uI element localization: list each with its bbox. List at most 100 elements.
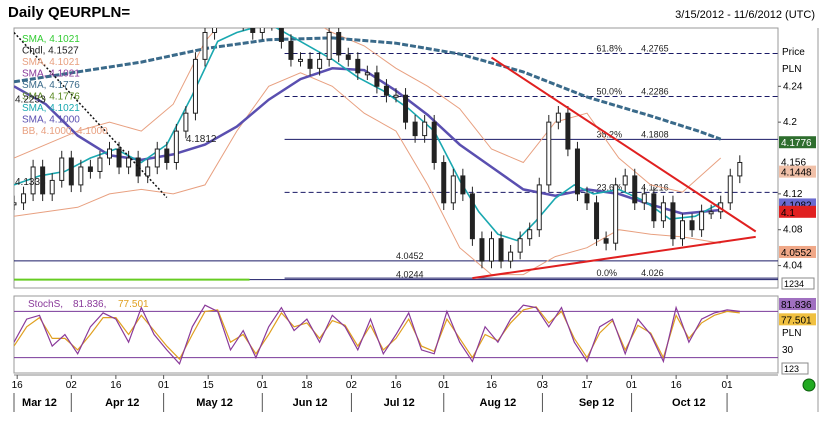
x-tick-label: 01 — [158, 380, 170, 391]
price-bar — [632, 175, 638, 204]
price-bar — [97, 157, 103, 172]
price-bar — [641, 193, 647, 204]
month-label: Mar 12 — [22, 397, 57, 409]
price-bar — [441, 161, 447, 204]
price-bar — [699, 211, 705, 231]
price-bar — [345, 54, 351, 60]
legend-extra-value: 4.1333 — [15, 177, 46, 188]
price-bar — [326, 31, 332, 60]
stoch-time-code: 123 — [784, 364, 799, 374]
price-bar — [469, 193, 475, 240]
price-bar — [14, 202, 17, 206]
bollinger-lower-line — [14, 72, 721, 276]
price-bar — [116, 148, 122, 168]
price-bar — [49, 179, 55, 195]
price-tick-label: 4.12 — [783, 189, 803, 200]
price-bar — [708, 211, 714, 215]
month-label: Oct 12 — [672, 397, 706, 409]
legend-entry: SMA, 4.1776 — [22, 80, 80, 91]
price-bar — [87, 166, 93, 172]
price-bar — [689, 220, 695, 231]
price-bar — [336, 31, 342, 56]
price-bar — [393, 94, 399, 98]
support-value: 4.0452 — [396, 251, 424, 261]
fib-value: 4.1808 — [641, 129, 669, 139]
price-bar — [622, 175, 628, 186]
price-bar — [546, 121, 552, 186]
price-tick-label: 4.24 — [783, 81, 803, 92]
price-bar — [374, 72, 380, 87]
price-bar — [565, 112, 571, 150]
price-bar — [135, 157, 141, 177]
price-bar — [68, 157, 74, 186]
price-bar — [59, 157, 65, 181]
x-tick-label: 16 — [390, 380, 402, 391]
x-tick-label: 16 — [671, 380, 683, 391]
x-tick-label: 16 — [12, 380, 24, 391]
price-bar — [364, 72, 370, 76]
time-code: 1234 — [784, 279, 804, 289]
legend-entry: SMA, 4.1021 — [22, 57, 80, 68]
month-label: Sep 12 — [579, 397, 614, 409]
price-bar — [613, 184, 619, 244]
price-axis-label: Price — [782, 47, 805, 58]
month-label: Aug 12 — [480, 397, 517, 409]
price-bar — [574, 148, 580, 195]
legend-entry: SMA, 4.1021 — [22, 34, 80, 45]
price-value-tag-text: 4.0552 — [781, 248, 812, 259]
fib-label: 61.8% — [597, 44, 623, 54]
price-bar — [126, 157, 132, 168]
fib-value: 4.1216 — [641, 182, 669, 192]
price-bar — [355, 58, 361, 74]
stoch-legend-entry: 81.836, — [73, 299, 106, 310]
price-bar — [660, 202, 666, 222]
x-tick-label: 02 — [66, 380, 78, 391]
price-bar — [412, 121, 418, 137]
legend-extra-value: 4.2253 — [15, 94, 46, 105]
price-bar — [21, 193, 27, 204]
x-tick-label: 02 — [346, 380, 358, 391]
price-bar — [298, 58, 303, 62]
price-bar — [192, 58, 198, 114]
price-bar — [479, 238, 485, 262]
stoch-legend-entry: 77.501 — [118, 299, 149, 310]
month-label: Jul 12 — [384, 397, 415, 409]
price-bar — [489, 238, 494, 262]
price-axis-unit: PLN — [782, 64, 801, 75]
price-bar — [651, 193, 657, 222]
price-bar — [288, 40, 294, 60]
price-bar — [727, 175, 733, 204]
price-bar — [498, 238, 504, 262]
stoch-legend-entry: StochS, — [28, 299, 63, 310]
price-value-tag-text: 4.1776 — [781, 138, 812, 149]
price-bar — [670, 202, 676, 240]
stoch-tick-label: 30 — [782, 345, 794, 356]
trend-line — [490, 56, 757, 233]
x-tick-label: 17 — [581, 380, 593, 391]
fib-value: 4.026 — [641, 268, 664, 278]
price-bar — [383, 85, 389, 96]
price-bar — [403, 94, 409, 123]
support-value: 4.0244 — [396, 270, 424, 280]
month-label: Jun 12 — [293, 397, 328, 409]
chart-window: Daily QEURPLN= 3/15/2012 - 11/6/2012 (UT… — [0, 0, 823, 430]
price-bar — [555, 112, 561, 123]
price-bar — [584, 193, 590, 204]
price-bar — [460, 175, 466, 195]
price-bar — [594, 202, 600, 240]
price-tick-label: 4.2 — [783, 117, 797, 128]
mid-price-label: 4.1812 — [186, 134, 217, 145]
price-bar — [164, 148, 170, 163]
price-bar — [422, 121, 428, 137]
price-bar — [737, 161, 743, 177]
x-tick-label: 01 — [257, 380, 269, 391]
x-tick-label: 16 — [110, 380, 122, 391]
legend-entry: SMA, 4.1000 — [22, 115, 80, 126]
price-bar — [107, 148, 112, 159]
price-chart-canvas[interactable]: 61.8%4.276550.0%4.228638.2%4.180823.6%4.… — [0, 0, 823, 430]
price-value-tag-text: 4.1 — [781, 208, 795, 219]
stoch-k-line — [14, 304, 740, 365]
price-bar — [517, 238, 523, 253]
x-tick-label: 18 — [301, 380, 313, 391]
price-bar — [680, 220, 685, 240]
